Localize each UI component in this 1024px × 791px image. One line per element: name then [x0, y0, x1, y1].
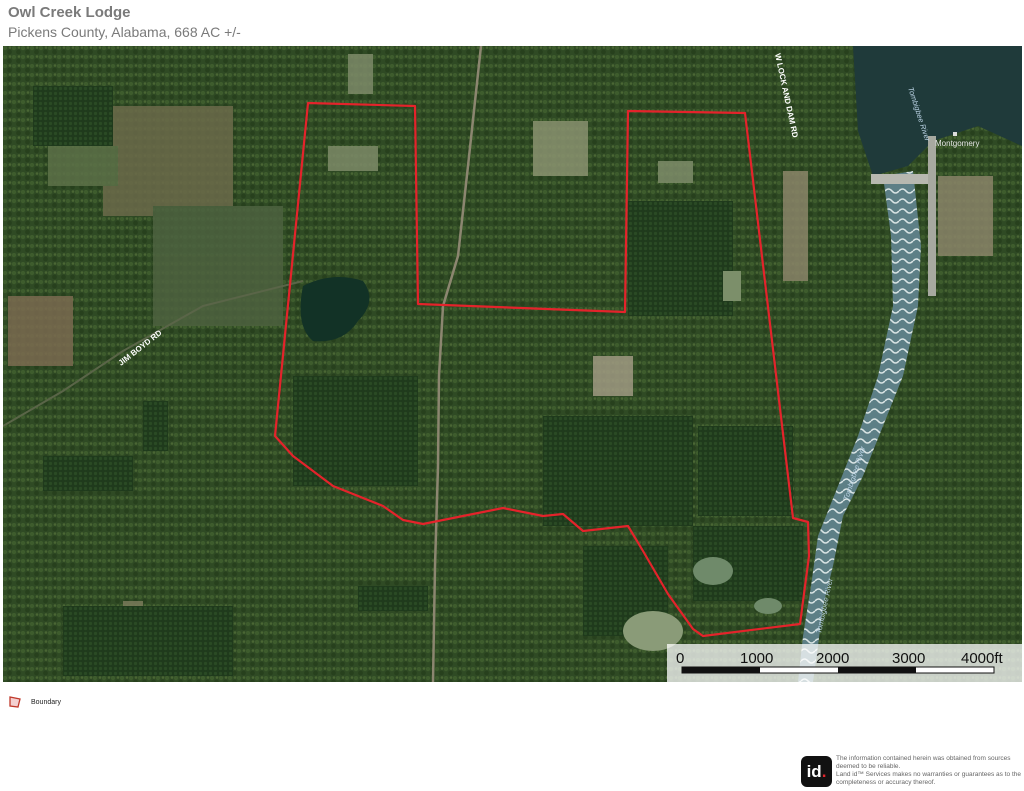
disclaimer: The information contained herein was obt… [836, 755, 1022, 787]
town-label: Montgomery [935, 139, 979, 148]
legend-boundary-label: Boundary [31, 699, 61, 706]
disclaimer-line: Land id™ Services makes no warranties or… [836, 771, 1021, 778]
town-marker-icon [953, 132, 957, 136]
land-id-logo: id. [801, 756, 832, 787]
boundary-polygon-icon [9, 696, 21, 708]
disclaimer-line: deemed to be reliable. [836, 763, 901, 770]
disclaimer-line: The information contained herein was obt… [836, 755, 1011, 762]
lock-and-dam [871, 174, 931, 184]
map-title: Owl Creek Lodge [8, 4, 131, 21]
scale-tick-1000: 1000 [740, 650, 773, 667]
scale-tick-4000ft: 4000ft [961, 650, 1004, 667]
scale-bar: 0 1000 2000 3000 4000ft [667, 644, 1022, 682]
satellite-map[interactable]: JIM BOYD RD W LOCK AND DAM RD Tombigbee … [3, 46, 1022, 682]
disclaimer-line: completeness or accuracy thereof. [836, 779, 936, 786]
scale-tick-2000: 2000 [816, 650, 849, 667]
scale-tick-0: 0 [676, 650, 684, 667]
scale-tick-3000: 3000 [892, 650, 925, 667]
lock-channel [928, 136, 936, 296]
logo-text: id [806, 761, 822, 781]
map-subtitle: Pickens County, Alabama, 668 AC +/- [8, 24, 241, 40]
